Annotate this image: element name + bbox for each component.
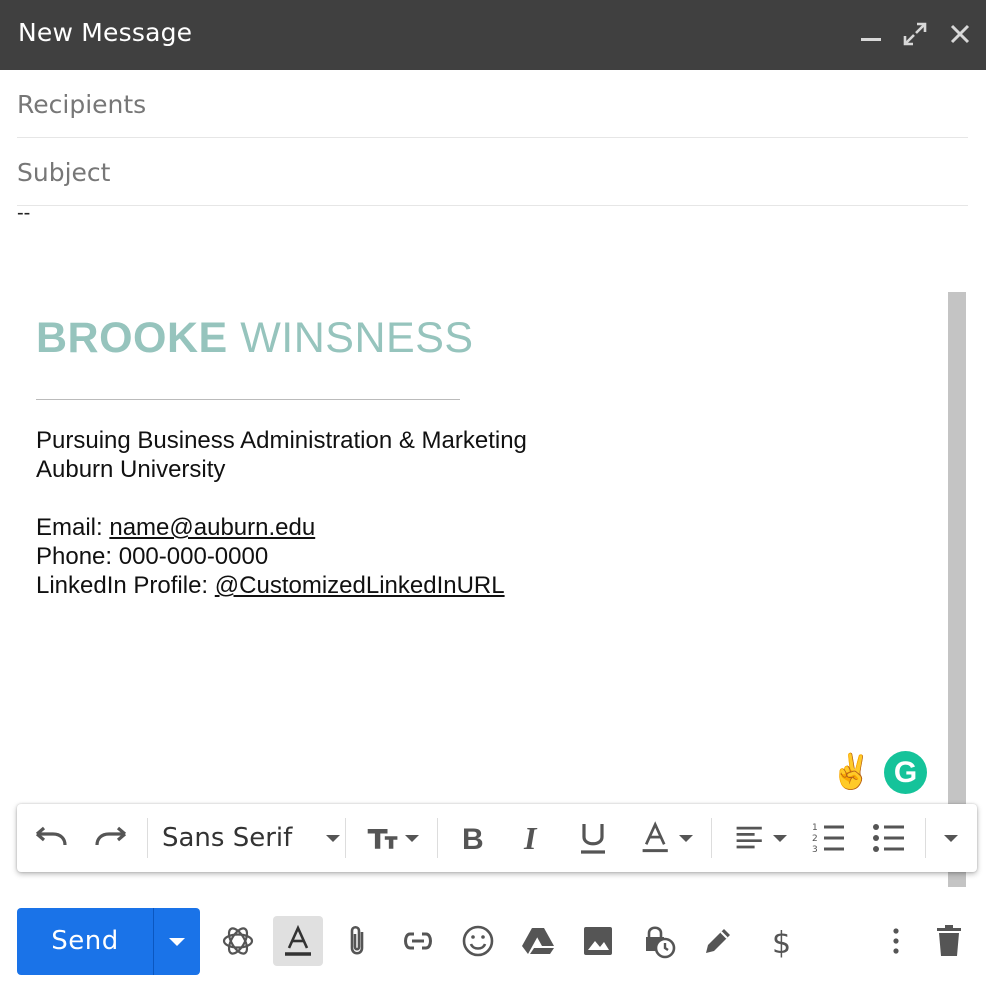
formatting-toolbar: Sans Serif B I 123 <box>17 804 977 872</box>
chevron-down-icon <box>405 834 419 842</box>
signature-details: Pursuing Business Administration & Marke… <box>36 426 527 600</box>
svg-text:B: B <box>462 823 484 856</box>
underline-icon[interactable] <box>573 818 613 858</box>
svg-text:$: $ <box>772 926 791 959</box>
formatting-options-icon[interactable] <box>273 916 323 966</box>
compose-title-bar[interactable]: New Message <box>0 0 986 70</box>
signature-name: BROOKE WINSNESS <box>36 314 916 363</box>
undo-icon[interactable] <box>31 818 71 858</box>
trash-icon[interactable] <box>924 916 974 966</box>
signature-school: Auburn University <box>36 456 226 483</box>
toolbar-divider <box>345 818 346 858</box>
window-title: New Message <box>18 18 193 47</box>
subject-placeholder: Subject <box>17 158 111 187</box>
chatgpt-icon[interactable] <box>213 916 263 966</box>
signature-program: Pursuing Business Administration & Marke… <box>36 427 527 454</box>
victory-hand-emoji-icon: ✌ <box>830 753 873 791</box>
insert-photo-icon[interactable] <box>573 916 623 966</box>
email-signature: BROOKE WINSNESS Pursuing Business Admini… <box>36 314 916 599</box>
minimize-icon[interactable] <box>857 20 885 48</box>
google-drive-icon[interactable] <box>513 916 563 966</box>
svg-text:3: 3 <box>812 845 818 855</box>
numbered-list-icon[interactable]: 123 <box>809 818 849 858</box>
more-options-icon[interactable] <box>871 916 921 966</box>
signature-linkedin-label: LinkedIn Profile: <box>36 572 215 599</box>
svg-text:I: I <box>523 820 538 856</box>
compose-bottom-bar: Send $ <box>0 900 986 999</box>
more-formatting-icon[interactable] <box>935 818 967 858</box>
signature-pen-icon[interactable] <box>693 916 743 966</box>
chevron-down-icon <box>773 834 787 842</box>
signature-email-line: Email: name@auburn.edu <box>36 513 527 542</box>
attachment-icon[interactable] <box>333 916 383 966</box>
signature-separator: -- <box>17 202 31 224</box>
send-options-button[interactable] <box>154 908 200 975</box>
redo-icon[interactable] <box>91 818 131 858</box>
toolbar-divider <box>437 818 438 858</box>
body-scrollbar[interactable] <box>948 292 966 887</box>
toolbar-divider <box>147 818 148 858</box>
confidential-mode-icon[interactable] <box>633 916 683 966</box>
signature-divider <box>36 399 460 400</box>
font-family-select[interactable]: Sans Serif <box>162 818 341 858</box>
svg-text:2: 2 <box>812 834 818 844</box>
chevron-down-icon <box>944 834 958 842</box>
italic-icon[interactable]: I <box>513 818 553 858</box>
link-icon[interactable] <box>393 916 443 966</box>
signature-phone: Phone: 000-000-0000 <box>36 543 269 570</box>
toolbar-divider <box>711 818 712 858</box>
send-button-group: Send <box>17 908 200 975</box>
svg-text:1: 1 <box>812 823 818 833</box>
signature-email-label: Email: <box>36 514 110 541</box>
signature-first-name: BROOKE <box>36 314 228 362</box>
align-icon[interactable] <box>727 818 793 858</box>
font-size-icon[interactable] <box>359 818 425 858</box>
close-icon[interactable] <box>946 20 974 48</box>
recipients-placeholder: Recipients <box>17 90 147 119</box>
chevron-down-icon <box>169 937 185 946</box>
subject-field[interactable]: Subject <box>17 138 968 206</box>
recipients-field[interactable]: Recipients <box>17 70 968 138</box>
signature-linkedin-line: LinkedIn Profile: @CustomizedLinkedInURL <box>36 571 527 600</box>
toolbar-divider <box>925 818 926 858</box>
signature-last-name: WINSNESS <box>240 314 474 362</box>
font-family-value: Sans Serif <box>162 823 293 853</box>
send-button[interactable]: Send <box>17 908 153 975</box>
bold-icon[interactable]: B <box>453 818 493 858</box>
chevron-down-icon <box>326 834 341 842</box>
chevron-down-icon <box>679 834 693 842</box>
expand-icon[interactable] <box>901 20 929 48</box>
signature-linkedin-link[interactable]: @CustomizedLinkedInURL <box>215 572 505 599</box>
text-color-icon[interactable] <box>633 818 699 858</box>
dollar-icon[interactable]: $ <box>756 916 806 966</box>
emoji-icon[interactable] <box>453 916 503 966</box>
grammarly-icon[interactable]: G <box>884 751 927 794</box>
signature-email-link[interactable]: name@auburn.edu <box>109 514 315 541</box>
bulleted-list-icon[interactable] <box>869 818 909 858</box>
